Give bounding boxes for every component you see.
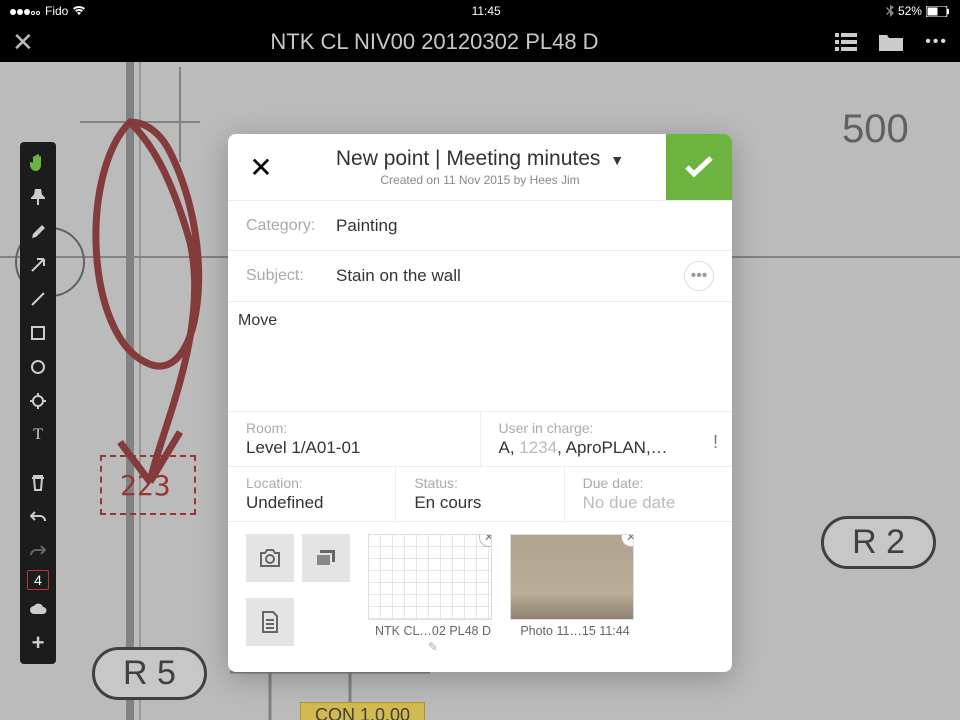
- gallery-button[interactable]: [302, 534, 350, 582]
- attachment-plan-thumb[interactable]: ✕: [368, 534, 492, 620]
- dismiss-button[interactable]: ✕: [228, 151, 294, 184]
- delete-attachment-2[interactable]: ✕: [621, 534, 634, 547]
- clock-label: 11:45: [472, 4, 501, 18]
- edit-caption-1-icon[interactable]: ✎: [368, 640, 498, 654]
- category-label: Category:: [246, 217, 336, 235]
- pin-tool[interactable]: [23, 182, 53, 212]
- due-date-label: Due date:: [583, 475, 714, 491]
- pencil-tool[interactable]: [23, 216, 53, 246]
- camera-button[interactable]: [246, 534, 294, 582]
- attachment-1-caption: NTK CL…02 PL48 D: [368, 624, 498, 638]
- point-detail-card: ✕ New point | Meeting minutes ▼ Created …: [228, 134, 732, 672]
- list-view-icon[interactable]: [835, 33, 857, 51]
- due-date-value[interactable]: No due date: [583, 493, 714, 513]
- add-tool[interactable]: +: [23, 628, 53, 658]
- ios-status-bar: Fido 11:45 52%: [0, 0, 960, 22]
- arrow-tool[interactable]: [23, 250, 53, 280]
- location-label: Location:: [246, 475, 377, 491]
- wifi-icon: [72, 6, 86, 16]
- attachment-2-caption: Photo 11…15 11:44: [510, 624, 640, 638]
- annotation-toolbar: T 4 +: [20, 142, 56, 664]
- title-dropdown-icon[interactable]: ▼: [610, 152, 624, 168]
- redo-tool[interactable]: [23, 536, 53, 566]
- document-button[interactable]: [246, 598, 294, 646]
- battery-percent-label: 52%: [898, 4, 922, 18]
- confirm-button[interactable]: [666, 134, 732, 200]
- attachment-photo-thumb[interactable]: ✕: [510, 534, 634, 620]
- target-tool[interactable]: [23, 386, 53, 416]
- cloud-tool[interactable]: [23, 594, 53, 624]
- undo-tool[interactable]: [23, 502, 53, 532]
- close-button[interactable]: ✕: [12, 29, 34, 55]
- subject-value[interactable]: Stain on the wall: [336, 266, 684, 286]
- subject-more-button[interactable]: •••: [684, 261, 714, 291]
- status-label: Status:: [414, 475, 545, 491]
- location-value[interactable]: Undefined: [246, 493, 377, 513]
- carrier-label: Fido: [45, 4, 68, 18]
- delete-attachment-1[interactable]: ✕: [479, 534, 492, 547]
- trash-tool[interactable]: [23, 468, 53, 498]
- description-input[interactable]: Move: [228, 301, 732, 411]
- room-label: Room:: [246, 420, 462, 436]
- more-menu-icon[interactable]: •••: [925, 33, 948, 51]
- card-title[interactable]: New point | Meeting minutes: [336, 147, 601, 170]
- folder-icon[interactable]: [879, 33, 903, 51]
- circle-tool[interactable]: [23, 352, 53, 382]
- line-tool[interactable]: [23, 284, 53, 314]
- signal-dots-icon: [10, 4, 41, 18]
- user-in-charge-label: User in charge:: [499, 420, 715, 436]
- priority-icon[interactable]: !: [713, 432, 718, 453]
- subject-label: Subject:: [246, 267, 336, 285]
- text-tool[interactable]: T: [23, 420, 53, 450]
- annotation-count-badge[interactable]: 4: [27, 570, 49, 590]
- created-subtext: Created on 11 Nov 2015 by Hees Jim: [294, 173, 666, 187]
- hand-tool[interactable]: [23, 148, 53, 178]
- app-navbar: ✕ NTK CL NIV00 20120302 PL48 D •••: [0, 22, 960, 62]
- rectangle-tool[interactable]: [23, 318, 53, 348]
- blueprint-canvas[interactable]: 500 223 R 5 R 2 CON 1.0.00 T 4 + ✕: [0, 62, 960, 720]
- status-value[interactable]: En cours: [414, 493, 545, 513]
- bluetooth-icon: [886, 5, 894, 17]
- battery-icon: [926, 6, 950, 17]
- user-in-charge-value[interactable]: A, 1234, AproPLAN,…: [499, 438, 715, 458]
- room-value[interactable]: Level 1/A01-01: [246, 438, 462, 458]
- document-title: NTK CL NIV00 20120302 PL48 D: [34, 29, 835, 55]
- category-value[interactable]: Painting: [336, 216, 714, 236]
